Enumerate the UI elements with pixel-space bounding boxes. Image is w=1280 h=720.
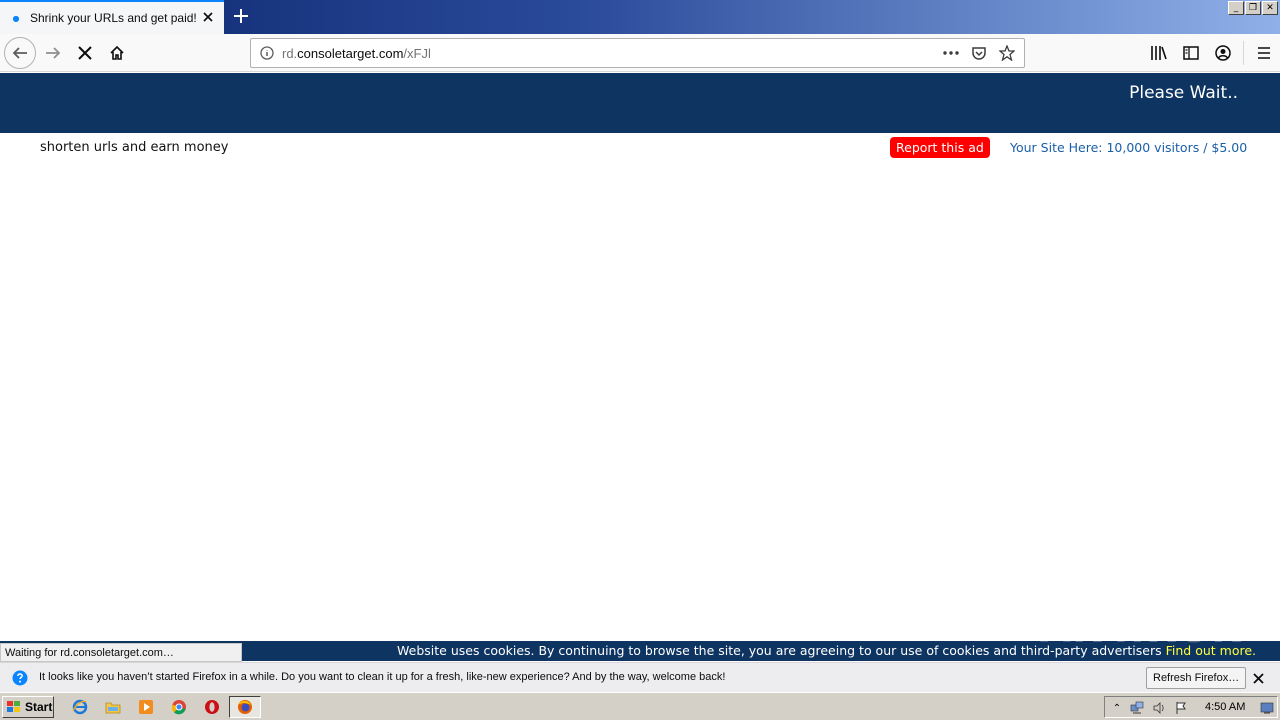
url-text[interactable]: rd.consoletarget.com/xFJl bbox=[282, 46, 431, 61]
star-icon bbox=[999, 45, 1015, 61]
hamburger-icon bbox=[1258, 47, 1270, 59]
arrow-right-icon bbox=[46, 47, 61, 59]
minimize-button[interactable]: _ bbox=[1228, 1, 1244, 15]
opera-icon[interactable] bbox=[196, 696, 228, 718]
arrow-left-icon bbox=[12, 47, 27, 59]
plus-icon bbox=[234, 9, 248, 23]
explorer-icon[interactable] bbox=[97, 696, 129, 718]
tab-close-icon[interactable] bbox=[200, 9, 216, 25]
account-button[interactable] bbox=[1207, 37, 1239, 69]
bookmark-star-button[interactable] bbox=[996, 43, 1018, 63]
notification-bar: It looks like you haven’t started Firefo… bbox=[0, 662, 1280, 692]
menu-button[interactable] bbox=[1248, 37, 1280, 69]
nav-toolbar: rd.consoletarget.com/xFJl bbox=[0, 34, 1280, 72]
tab-title: Shrink your URLs and get paid! bbox=[30, 11, 197, 25]
more-dots-icon bbox=[943, 51, 959, 55]
ie-icon[interactable] bbox=[64, 696, 96, 718]
network-icon[interactable] bbox=[1129, 700, 1145, 716]
url-actions bbox=[940, 43, 1018, 63]
close-icon bbox=[78, 46, 92, 60]
report-ad-button[interactable]: Report this ad bbox=[890, 137, 990, 158]
site-tagline: shorten urls and earn money bbox=[40, 140, 229, 155]
start-label: Start bbox=[25, 700, 53, 714]
url-bar[interactable]: rd.consoletarget.com/xFJl bbox=[250, 38, 1025, 68]
action-center-flag-icon[interactable] bbox=[1173, 700, 1189, 716]
toolbar-separator bbox=[1243, 41, 1244, 65]
anyrun-watermark: ANY.RUN bbox=[1040, 606, 1246, 652]
clock: 4:50 AM bbox=[1205, 701, 1246, 713]
show-hidden-icons[interactable]: ⌃ bbox=[1109, 700, 1125, 716]
window-controls: _ ❐ ✕ bbox=[1228, 1, 1278, 15]
system-tray: ⌃ 4:50 AM bbox=[1104, 696, 1278, 718]
new-tab-button[interactable] bbox=[230, 4, 252, 28]
volume-icon[interactable] bbox=[1151, 700, 1167, 716]
firefox-icon[interactable] bbox=[229, 696, 261, 718]
account-icon bbox=[1215, 45, 1231, 61]
notification-text: It looks like you haven’t started Firefo… bbox=[39, 671, 726, 683]
windows-logo-icon bbox=[7, 701, 20, 712]
close-notification-icon[interactable] bbox=[1250, 670, 1266, 686]
show-desktop-icon[interactable] bbox=[1259, 700, 1275, 716]
sidebar-button[interactable] bbox=[1175, 37, 1207, 69]
question-icon bbox=[12, 670, 28, 686]
back-button[interactable] bbox=[4, 37, 36, 69]
restore-button[interactable]: ❐ bbox=[1245, 1, 1261, 15]
site-ad-link[interactable]: Your Site Here: 10,000 visitors / $5.00 bbox=[1010, 140, 1247, 155]
please-wait-text: Please Wait.. bbox=[1129, 83, 1238, 103]
tab-strip: ● Shrink your URLs and get paid! _ ❐ ✕ bbox=[0, 0, 1280, 34]
sidebar-icon bbox=[1183, 46, 1199, 60]
home-icon bbox=[110, 45, 124, 60]
pocket-button[interactable] bbox=[968, 43, 990, 63]
screen: ● Shrink your URLs and get paid! _ ❐ ✕ r… bbox=[0, 0, 1280, 720]
start-button[interactable]: Start bbox=[2, 696, 54, 718]
status-bar: Waiting for rd.consoletarget.com… bbox=[0, 643, 242, 662]
taskbar: Start ⌃ 4:50 AM bbox=[0, 692, 1280, 720]
chrome-icon[interactable] bbox=[163, 696, 195, 718]
quick-launch bbox=[64, 696, 261, 718]
info-icon[interactable] bbox=[260, 46, 274, 60]
loading-dot-icon: ● bbox=[12, 13, 20, 23]
close-window-button[interactable]: ✕ bbox=[1262, 1, 1278, 15]
home-button[interactable] bbox=[101, 37, 133, 69]
refresh-firefox-button[interactable]: Refresh Firefox… bbox=[1146, 667, 1247, 689]
stop-button[interactable] bbox=[69, 37, 101, 69]
library-icon bbox=[1151, 46, 1167, 60]
pocket-icon bbox=[972, 46, 986, 60]
library-button[interactable] bbox=[1143, 37, 1175, 69]
forward-button[interactable] bbox=[37, 37, 69, 69]
page-header: Please Wait.. bbox=[0, 73, 1280, 133]
toolbar-right bbox=[1143, 37, 1280, 69]
page-actions-button[interactable] bbox=[940, 43, 962, 63]
media-player-icon[interactable] bbox=[130, 696, 162, 718]
tab-active[interactable]: ● Shrink your URLs and get paid! bbox=[0, 0, 224, 34]
